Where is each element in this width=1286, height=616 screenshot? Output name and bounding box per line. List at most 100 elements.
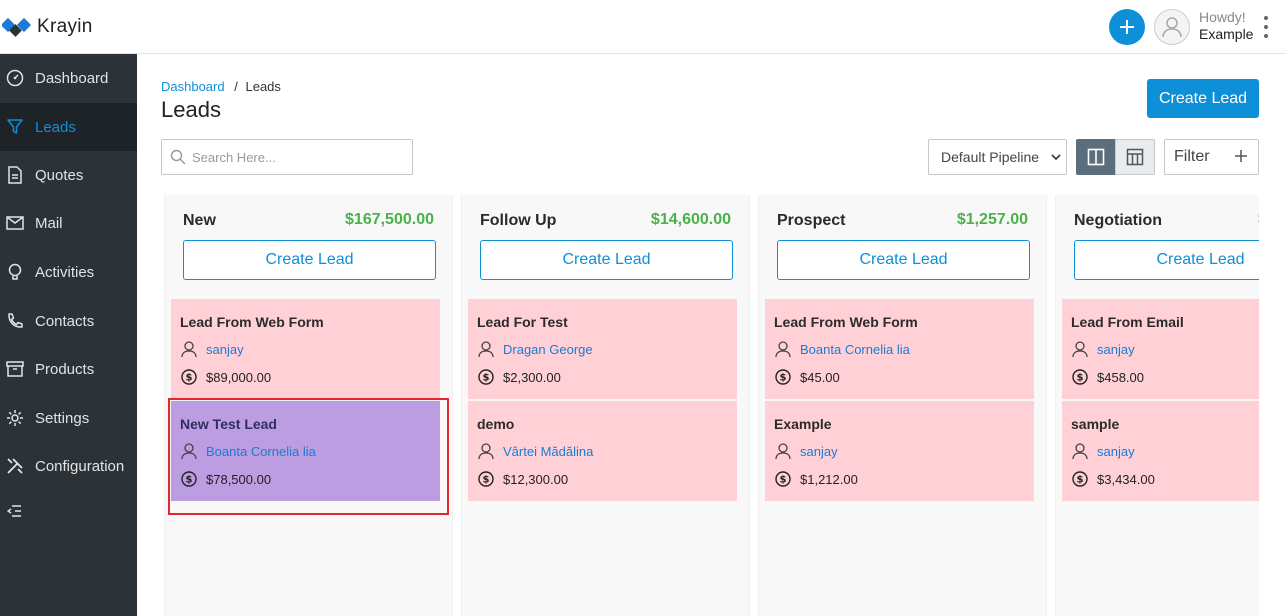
lead-contact-name[interactable]: Vârtei Mădălina: [503, 444, 593, 459]
collapse-menu-icon: [5, 501, 25, 521]
sidebar-item-mail[interactable]: Mail: [0, 199, 137, 247]
pipeline-select-value: Default Pipeline: [941, 149, 1040, 165]
lightbulb-icon: [5, 262, 25, 282]
gear-icon: [5, 408, 25, 428]
sidebar-item-quotes[interactable]: Quotes: [0, 151, 137, 199]
search-icon: [170, 149, 186, 165]
lead-contact-name[interactable]: sanjay: [800, 444, 838, 459]
user-icon: [774, 340, 792, 358]
breadcrumb-separator: /: [234, 79, 238, 94]
lead-amount-value: $2,300.00: [503, 369, 561, 385]
archive-box-icon: [5, 359, 25, 379]
kanban-view-button[interactable]: [1076, 139, 1116, 175]
sidebar: Dashboard Leads Quotes Mail Activities C…: [0, 54, 137, 616]
quick-add-button[interactable]: [1109, 9, 1145, 45]
lead-amount: $ $3,434.00: [1071, 470, 1155, 488]
svg-text:$: $: [780, 373, 787, 384]
dashboard-icon: [5, 68, 25, 88]
lead-amount: $ $1,212.00: [774, 470, 858, 488]
sidebar-item-configuration[interactable]: Configuration: [0, 442, 137, 490]
more-options-icon[interactable]: [1261, 16, 1271, 38]
collapse-sidebar-button[interactable]: [0, 487, 137, 535]
lead-contact[interactable]: Dragan George: [477, 340, 593, 358]
sidebar-item-label: Activities: [35, 263, 95, 281]
lead-title: demo: [477, 416, 515, 432]
lead-contact-name[interactable]: sanjay: [1097, 444, 1135, 459]
avatar[interactable]: [1154, 9, 1190, 45]
columns-icon: [1087, 148, 1105, 166]
svg-text:$: $: [780, 475, 787, 486]
lead-card[interactable]: Lead From Web Form Boanta Cornelia lia $…: [765, 299, 1034, 399]
krayin-logo-icon: [0, 14, 34, 40]
lead-title: Lead For Test: [477, 314, 568, 330]
column-create-lead-button[interactable]: Create Lead: [1074, 240, 1259, 280]
lead-card[interactable]: Lead From Web Form sanjay $ $89,000.00: [171, 299, 440, 399]
column-create-lead-button[interactable]: Create Lead: [777, 240, 1030, 280]
lead-card[interactable]: sample sanjay $ $3,434.00: [1062, 401, 1259, 501]
document-icon: [5, 165, 25, 185]
lead-contact-name[interactable]: sanjay: [1097, 342, 1135, 357]
lead-contact[interactable]: Vârtei Mădălina: [477, 442, 593, 460]
lead-contact-name[interactable]: Dragan George: [503, 342, 593, 357]
lead-amount: $ $12,300.00: [477, 470, 568, 488]
sidebar-item-leads[interactable]: Leads: [0, 103, 137, 151]
column-total: $167,500.00: [345, 211, 434, 228]
app-logo[interactable]: Krayin: [0, 14, 93, 40]
sidebar-item-products[interactable]: Products: [0, 345, 137, 393]
filter-icon: [5, 117, 25, 137]
lead-contact[interactable]: sanjay: [774, 442, 838, 460]
create-lead-button[interactable]: Create Lead: [1147, 79, 1259, 118]
pipeline-select[interactable]: Default Pipeline: [928, 139, 1067, 175]
user-icon: [1162, 17, 1182, 38]
sidebar-item-activities[interactable]: Activities: [0, 248, 137, 296]
user-icon: [180, 340, 198, 358]
lead-contact[interactable]: sanjay: [1071, 442, 1135, 460]
breadcrumb-dashboard-link[interactable]: Dashboard: [161, 79, 225, 94]
lead-title: Lead From Web Form: [180, 314, 324, 330]
sidebar-item-label: Quotes: [35, 166, 84, 184]
lead-contact[interactable]: sanjay: [180, 340, 244, 358]
search-box[interactable]: [161, 139, 413, 175]
username: Example: [1199, 26, 1254, 42]
lead-amount: $ $2,300.00: [477, 368, 561, 386]
sidebar-item-label: Configuration: [35, 457, 125, 475]
plus-icon: [1120, 20, 1134, 34]
plus-icon: [1235, 150, 1247, 162]
user-icon: [1071, 442, 1089, 460]
table-view-button[interactable]: [1115, 139, 1155, 175]
lead-card[interactable]: Lead From Email sanjay $ $458.00: [1062, 299, 1259, 399]
lead-contact-name[interactable]: Boanta Cornelia lia: [800, 342, 910, 357]
kanban-column-negotiation: Negotiation $ Create Lead Lead From Emai…: [1055, 195, 1259, 616]
selection-highlight: [168, 398, 449, 515]
lead-title: Lead From Email: [1071, 314, 1184, 330]
column-total: $: [1258, 211, 1259, 229]
lead-amount-value: $89,000.00: [206, 369, 272, 385]
dollar-icon: $: [180, 368, 198, 386]
filter-button[interactable]: Filter: [1164, 139, 1259, 175]
sidebar-item-dashboard[interactable]: Dashboard: [0, 54, 137, 102]
lead-amount: $ $45.00: [774, 368, 840, 386]
search-input[interactable]: [192, 149, 402, 165]
column-create-lead-button[interactable]: Create Lead: [183, 240, 436, 280]
sidebar-item-label: Mail: [35, 214, 63, 232]
user-icon: [774, 442, 792, 460]
dollar-icon: $: [477, 368, 495, 386]
lead-amount-value: $458.00: [1097, 369, 1144, 385]
column-create-lead-button[interactable]: Create Lead: [480, 240, 733, 280]
breadcrumb: Dashboard / Leads: [161, 79, 281, 94]
lead-contact-name[interactable]: sanjay: [206, 342, 244, 357]
kanban-column-prospect: Prospect $1,257.00 Create Lead Lead From…: [758, 195, 1047, 616]
sidebar-item-label: Leads: [35, 118, 76, 136]
dollar-icon: $: [477, 470, 495, 488]
sidebar-item-label: Contacts: [35, 312, 95, 330]
lead-card[interactable]: Lead For Test Dragan George $ $2,300.00: [468, 299, 737, 399]
lead-contact[interactable]: sanjay: [1071, 340, 1135, 358]
top-bar: Krayin Howdy! Example: [0, 0, 1286, 54]
user-icon: [477, 442, 495, 460]
lead-title: Example: [774, 416, 832, 432]
lead-contact[interactable]: Boanta Cornelia lia: [774, 340, 910, 358]
sidebar-item-settings[interactable]: Settings: [0, 394, 137, 442]
lead-card[interactable]: demo Vârtei Mădălina $ $12,300.00: [468, 401, 737, 501]
sidebar-item-contacts[interactable]: Contacts: [0, 297, 137, 345]
lead-card[interactable]: Example sanjay $ $1,212.00: [765, 401, 1034, 501]
